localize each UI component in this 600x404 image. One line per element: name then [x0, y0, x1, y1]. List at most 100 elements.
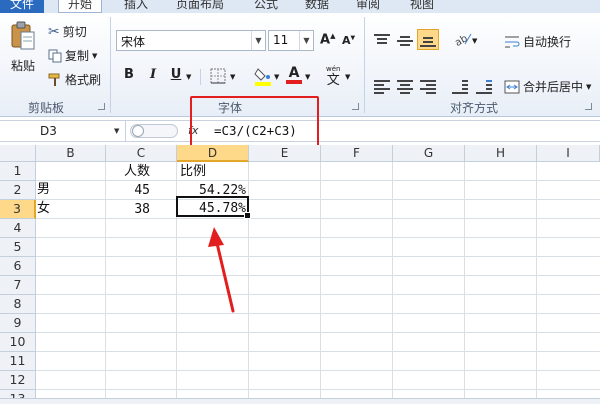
column-header-i[interactable]: I [537, 145, 600, 162]
underline-dropdown-icon[interactable]: ▼ [186, 73, 191, 81]
merge-center-button[interactable]: 合并后居中 ▼ [504, 78, 591, 95]
tab-insert[interactable]: 插入 [124, 0, 148, 13]
formula-bar-handle[interactable] [130, 124, 178, 138]
italic-button[interactable]: I [144, 66, 162, 84]
font-color-dropdown-icon[interactable]: ▼ [305, 73, 310, 81]
tab-page-layout[interactable]: 页面布局 [176, 0, 224, 13]
cell-b3[interactable]: 女 [37, 199, 50, 218]
gridline [36, 351, 600, 352]
borders-dropdown-icon[interactable]: ▼ [230, 73, 235, 81]
horizontal-scrollbar[interactable] [0, 398, 600, 404]
alignment-group-label: 对齐方式 [450, 101, 499, 115]
increase-indent-icon[interactable] [476, 80, 492, 94]
tab-file[interactable]: 文件 [0, 0, 45, 13]
column-header-b[interactable]: B [36, 145, 106, 162]
cell-c1[interactable]: 人数 [106, 162, 176, 181]
chevron-down-icon[interactable]: ▼ [251, 31, 265, 50]
row-header[interactable]: 1 [0, 162, 36, 181]
cut-button[interactable]: ✂ 剪切 [48, 23, 87, 40]
circle-icon [132, 125, 144, 137]
column-header-c[interactable]: C [106, 145, 177, 162]
underline-button[interactable]: U [167, 66, 185, 84]
row-header[interactable]: 10 [0, 333, 36, 352]
phonetic-guide-icon[interactable]: wén 文 [326, 64, 340, 87]
excel-window: 文件 开始 插入 页面布局 公式 数据 审阅 视图 粘贴 ✂ 剪切 复制 ▼ 格… [0, 0, 600, 404]
bottom-align-icon [420, 34, 436, 48]
column-header-f[interactable]: F [321, 145, 393, 162]
row-header-selected[interactable]: 3 [0, 200, 36, 219]
grow-font-button[interactable]: A▲ [320, 32, 335, 47]
cell-c3[interactable]: 38 [106, 200, 150, 219]
row-header[interactable]: 4 [0, 219, 36, 238]
tab-review[interactable]: 审阅 [356, 0, 380, 13]
row-header[interactable]: 11 [0, 352, 36, 371]
merge-center-icon [504, 80, 520, 93]
shrink-font-icon: A▼ [342, 34, 356, 47]
align-center-icon[interactable] [397, 80, 413, 94]
row-header[interactable]: 7 [0, 276, 36, 295]
column-header-d[interactable]: D [177, 145, 249, 162]
borders-icon[interactable] [210, 68, 226, 84]
fill-color-dropdown-icon[interactable]: ▼ [274, 73, 279, 81]
column-header-h[interactable]: H [465, 145, 537, 162]
tab-formulas[interactable]: 公式 [254, 0, 278, 13]
paste-button[interactable]: 粘贴 [10, 21, 36, 74]
merge-center-label: 合并后居中 [523, 80, 584, 94]
cell-b2[interactable]: 男 [37, 180, 50, 199]
font-size-combo[interactable]: 11 ▼ [268, 30, 314, 51]
active-cell-selection[interactable] [176, 196, 251, 219]
group-divider [364, 17, 365, 113]
orientation-dropdown-icon[interactable]: ▼ [472, 37, 477, 45]
cell-d1[interactable]: 比例 [180, 162, 206, 181]
clipboard-launcher-icon[interactable] [98, 103, 105, 110]
column-header-e[interactable]: E [249, 145, 321, 162]
top-align-icon[interactable] [374, 34, 390, 48]
bold-button[interactable]: B [120, 66, 138, 84]
phonetic-char: 文 [326, 73, 340, 88]
align-left-icon[interactable] [374, 80, 390, 94]
font-size-value: 11 [273, 33, 289, 47]
select-all-corner[interactable] [0, 145, 36, 162]
align-right-icon[interactable] [420, 80, 436, 94]
cell-c2[interactable]: 45 [106, 181, 150, 200]
gridline [36, 237, 600, 238]
ribbon-tab-bar: 文件 开始 插入 页面布局 公式 数据 审阅 视图 [0, 0, 600, 13]
tab-home[interactable]: 开始 [58, 0, 103, 13]
orientation-icon[interactable]: ab [452, 31, 472, 47]
font-color-icon[interactable]: A [286, 65, 302, 84]
copy-button[interactable]: 复制 ▼ [48, 47, 97, 64]
column-header-g[interactable]: G [393, 145, 465, 162]
middle-align-icon[interactable] [397, 34, 413, 48]
font-name-combo[interactable]: 宋体 ▼ [116, 30, 266, 51]
alignment-launcher-icon[interactable] [585, 103, 592, 110]
font-launcher-icon[interactable] [352, 103, 359, 110]
fill-color-icon[interactable] [254, 66, 272, 86]
row-header[interactable]: 5 [0, 238, 36, 257]
row-header[interactable]: 9 [0, 314, 36, 333]
row-header[interactable]: 8 [0, 295, 36, 314]
format-painter-button[interactable]: 格式刷 [48, 71, 101, 88]
name-box[interactable]: D3 [0, 121, 126, 141]
chevron-down-icon[interactable]: ▼ [299, 31, 313, 50]
gridline [36, 313, 600, 314]
group-divider [110, 17, 111, 113]
gridline [464, 162, 465, 404]
decrease-indent-icon[interactable] [452, 80, 468, 94]
scissors-icon: ✂ [48, 23, 60, 40]
wrap-text-button[interactable]: 自动换行 [504, 33, 571, 50]
phonetic-dropdown-icon[interactable]: ▼ [345, 73, 350, 81]
separator [200, 69, 201, 85]
cut-label: 剪切 [62, 25, 87, 39]
gridline [36, 256, 600, 257]
shrink-font-button[interactable]: A▼ [342, 34, 355, 47]
merge-dropdown-icon[interactable]: ▼ [586, 83, 591, 91]
tab-view[interactable]: 视图 [410, 0, 434, 13]
name-box-dropdown-icon[interactable]: ▼ [114, 127, 119, 135]
row-header[interactable]: 2 [0, 181, 36, 200]
gridline [36, 332, 600, 333]
row-header[interactable]: 6 [0, 257, 36, 276]
annotation-highlight-box [190, 96, 319, 147]
copy-dropdown-icon[interactable]: ▼ [92, 52, 97, 60]
row-header[interactable]: 12 [0, 371, 36, 390]
tab-data[interactable]: 数据 [305, 0, 329, 13]
